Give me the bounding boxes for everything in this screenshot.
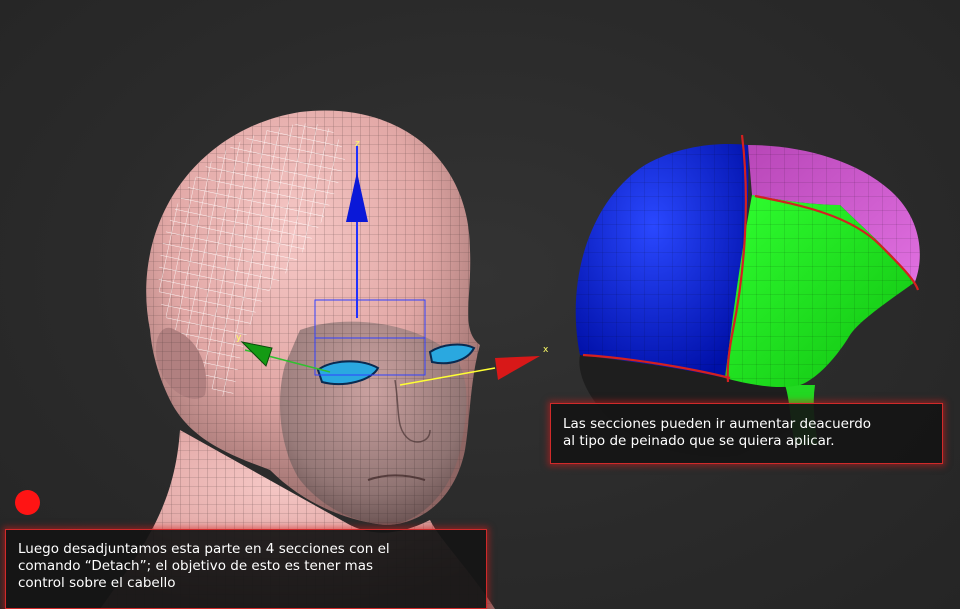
viewport-canvas[interactable]: z x y xyxy=(0,0,960,609)
caption-right-line1: Las secciones pueden ir aumentar deacuer… xyxy=(563,416,872,432)
x-axis-arrow[interactable] xyxy=(495,356,540,380)
caption-box-right: Las secciones pueden ir aumentar deacuer… xyxy=(550,403,943,464)
x-axis-label: x xyxy=(543,345,549,355)
caption-left-line2: comando “Detach”; el objetivo de esto es… xyxy=(18,558,373,574)
y-axis-label: y xyxy=(236,333,242,343)
caption-box-left: Luego desadjuntamos esta parte en 4 secc… xyxy=(5,529,487,609)
z-axis-label: z xyxy=(355,139,360,149)
caption-left-line3: control sobre el cabello xyxy=(18,575,176,591)
caption-right-line2: al tipo de peinado que se quiera aplicar… xyxy=(563,433,835,449)
record-indicator-dot xyxy=(15,490,40,515)
caption-left-line1: Luego desadjuntamos esta parte en 4 secc… xyxy=(18,541,390,557)
viewport-3d[interactable]: z x y Las secciones pueden ir aumentar d… xyxy=(0,0,960,609)
